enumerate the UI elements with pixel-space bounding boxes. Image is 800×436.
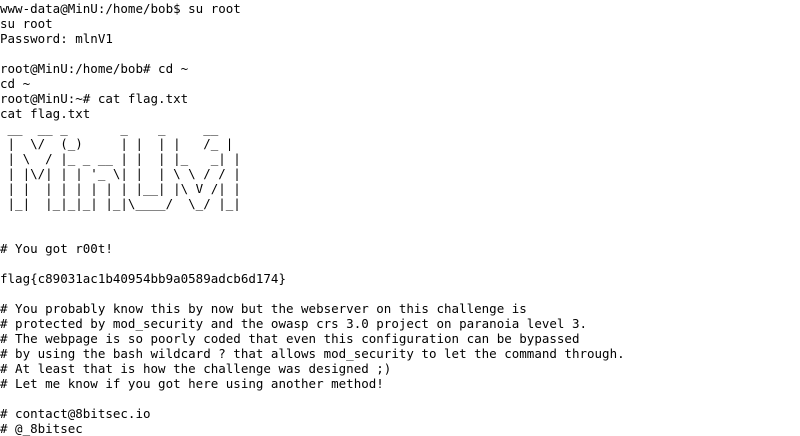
flag-text: flag{c89031ac1b40954bb9a0589adcb6d174}: [0, 271, 286, 286]
contact-handle: # @_8bitsec: [0, 421, 83, 436]
root-message: # You got r00t!: [0, 241, 113, 256]
terminal-line-prompt-cd: root@MinU:/home/bob# cd ~: [0, 61, 189, 76]
comment-line: # Let me know if you got here using anot…: [0, 376, 384, 391]
comment-line: # protected by mod_security and the owas…: [0, 316, 587, 331]
ascii-art-line: __ __ _ _ _ __: [0, 121, 226, 136]
comment-line: # The webpage is so poorly coded that ev…: [0, 331, 580, 346]
terminal-line-echo-cat: cat flag.txt: [0, 106, 91, 121]
terminal-line-password: Password: mlnV1: [0, 31, 113, 46]
comment-line: # At least that is how the challenge was…: [0, 361, 392, 376]
terminal-line-echo-cd: cd ~: [0, 76, 31, 91]
ascii-art-line: | |\/| | | '_ \| | | \ \ / / |: [0, 166, 241, 181]
ascii-art-line: | | | | | | | | |__| |\ V /| |: [0, 181, 241, 196]
ascii-art-line: | \ / |_ _ __ | | | |_ _| |: [0, 151, 241, 166]
terminal-window[interactable]: www-data@MinU:/home/bob$ su root su root…: [0, 0, 800, 436]
contact-email: # contact@8bitsec.io: [0, 406, 151, 421]
terminal-line-prompt-cat: root@MinU:~# cat flag.txt: [0, 91, 189, 106]
comment-line: # by using the bash wildcard ? that allo…: [0, 346, 625, 361]
comment-line: # You probably know this by now but the …: [0, 301, 527, 316]
ascii-art-line: | \/ (_) | | | | /_ |: [0, 136, 234, 151]
terminal-line-prompt-su: www-data@MinU:/home/bob$ su root: [0, 1, 241, 16]
terminal-line-echo-su: su root: [0, 16, 53, 31]
ascii-art-line: |_| |_|_|_| |_|\____/ \_/ |_|: [0, 196, 241, 211]
